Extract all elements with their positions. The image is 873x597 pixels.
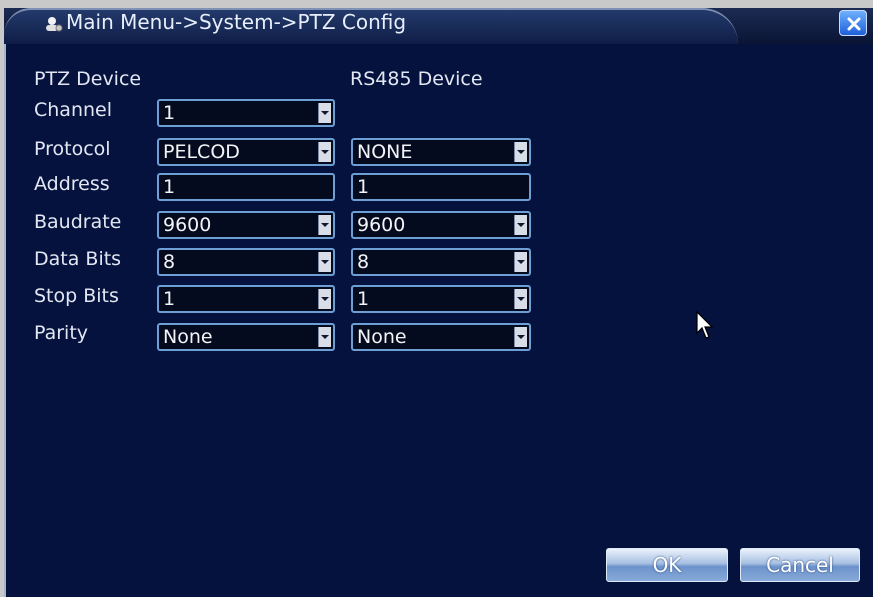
rs485-stop-bits-value: 1 [357, 288, 370, 310]
close-icon [847, 17, 861, 31]
ptz-data-bits-value: 8 [163, 251, 176, 273]
chevron-down-icon[interactable] [318, 103, 331, 123]
chevron-down-icon[interactable] [514, 289, 527, 309]
chevron-down-icon[interactable] [514, 327, 527, 347]
ptz-protocol-value: PELCOD [163, 141, 240, 163]
ptz-device-heading: PTZ Device [34, 68, 142, 90]
address-label: Address [34, 173, 110, 195]
rs485-stop-bits-select[interactable]: 1 [351, 285, 531, 313]
rs485-baudrate-select[interactable]: 9600 [351, 211, 531, 239]
stop-bits-label: Stop Bits [34, 285, 119, 307]
channel-label: Channel [34, 99, 113, 121]
close-button[interactable] [839, 10, 867, 36]
ptz-baudrate-select[interactable]: 9600 [157, 211, 335, 239]
chevron-down-icon[interactable] [318, 142, 331, 162]
channel-select[interactable]: 1 [157, 99, 335, 127]
rs485-address-value: 1 [357, 176, 370, 198]
chevron-down-icon[interactable] [318, 327, 331, 347]
window-title: Main Menu->System->PTZ Config [66, 10, 407, 34]
rs485-data-bits-select[interactable]: 8 [351, 248, 531, 276]
rs485-data-bits-value: 8 [357, 251, 370, 273]
rs485-parity-value: None [357, 326, 407, 348]
rs485-address-input[interactable]: 1 [351, 173, 531, 201]
ptz-address-value: 1 [163, 176, 176, 198]
parity-label: Parity [34, 322, 89, 344]
rs485-baudrate-value: 9600 [357, 214, 406, 236]
chevron-down-icon[interactable] [318, 215, 331, 235]
ptz-stop-bits-value: 1 [163, 288, 176, 310]
chevron-down-icon[interactable] [318, 252, 331, 272]
ptz-stop-bits-select[interactable]: 1 [157, 285, 335, 313]
chevron-down-icon[interactable] [514, 142, 527, 162]
ptz-address-input[interactable]: 1 [157, 173, 335, 201]
chevron-down-icon[interactable] [514, 252, 527, 272]
chevron-down-icon[interactable] [318, 289, 331, 309]
protocol-label: Protocol [34, 138, 111, 160]
data-bits-label: Data Bits [34, 248, 122, 270]
rs485-device-heading: RS485 Device [350, 68, 483, 90]
chevron-down-icon[interactable] [514, 215, 527, 235]
mouse-cursor-icon [696, 311, 714, 339]
ptz-parity-value: None [163, 326, 213, 348]
ptz-protocol-select[interactable]: PELCOD [157, 138, 335, 166]
channel-value: 1 [163, 102, 176, 124]
ptz-parity-select[interactable]: None [157, 323, 335, 351]
cancel-button[interactable]: Cancel [740, 548, 860, 582]
settings-person-icon [44, 15, 64, 33]
ptz-data-bits-select[interactable]: 8 [157, 248, 335, 276]
baudrate-label: Baudrate [34, 211, 122, 233]
rs485-protocol-value: NONE [357, 141, 413, 163]
ok-button[interactable]: OK [606, 548, 728, 582]
ptz-baudrate-value: 9600 [163, 214, 212, 236]
rs485-parity-select[interactable]: None [351, 323, 531, 351]
rs485-protocol-select[interactable]: NONE [351, 138, 531, 166]
